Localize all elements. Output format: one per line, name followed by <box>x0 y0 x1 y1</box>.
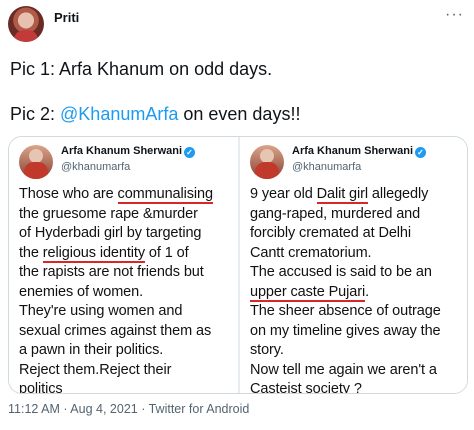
embedded-text-line: Now tell me again we aren't a <box>250 361 437 378</box>
embedded-text-line: gang-raped, murdered and <box>250 205 421 222</box>
embedded-text-line: story. <box>250 342 284 358</box>
embedded-text-line: on my timeline gives away the <box>250 322 441 339</box>
media-grid: Arfa Khanum Sherwani ✓ @khanumarfa Those … <box>8 136 468 394</box>
media-image-1[interactable]: Arfa Khanum Sherwani ✓ @khanumarfa Those … <box>9 137 238 394</box>
verified-badge-icon: ✓ <box>415 147 427 158</box>
embedded-tweet-text: 9 year old Dalit girl allegedly gang-rape… <box>250 185 467 394</box>
embedded-author-handle: @khanumarfa <box>292 161 362 173</box>
embedded-text-line: enemies of women. <box>19 283 144 300</box>
verified-badge-icon: ✓ <box>184 147 196 158</box>
author-name[interactable]: Priti <box>54 10 79 25</box>
embedded-author-name: Arfa Khanum Sherwani ✓ <box>61 145 196 158</box>
embedded-text-line: Reject them.Reject their <box>19 361 172 378</box>
underlined-phrase: upper caste Pujari <box>250 283 366 302</box>
mention-link[interactable]: @KhanumArfa <box>60 104 178 124</box>
tweet-header: Priti ··· <box>8 6 468 46</box>
embedded-avatar <box>19 145 53 179</box>
embedded-text-line: sexual crimes against them as <box>19 322 212 339</box>
embedded-text-line: Casteist society ? <box>250 381 362 394</box>
underlined-phrase: Dalit girl <box>316 186 368 204</box>
embedded-text-line: 9 year old Dalit girl allegedly <box>250 186 429 204</box>
embedded-text-line: the religious identity of 1 of <box>19 244 189 263</box>
embedded-text-line: forcibly cremated at Delhi <box>250 225 411 241</box>
embedded-author-handle: @khanumarfa <box>61 161 131 173</box>
embedded-author-name: Arfa Khanum Sherwani ✓ <box>292 145 427 158</box>
tweet-text-line-2: Pic 2: @KhanumArfa on even days!! <box>10 103 300 125</box>
tweet-timestamp[interactable]: 11:12 AM · Aug 4, 2021 · Twitter for And… <box>8 402 249 416</box>
underlined-phrase: communalising <box>117 186 213 204</box>
underlined-phrase: religious identity <box>42 244 145 263</box>
tweet-text-prefix: Pic 2: <box>10 104 61 124</box>
embedded-text-line: the gruesome rape &murder <box>19 205 198 222</box>
embedded-tweet-text: Those who are communalising the gruesome … <box>19 185 238 394</box>
embedded-text-line: The accused is said to be an <box>250 264 432 280</box>
embedded-text-line: Cantt crematorium. <box>250 244 372 261</box>
embedded-text-line: They're using women and <box>19 303 183 319</box>
media-image-2[interactable]: Arfa Khanum Sherwani ✓ @khanumarfa 9 year… <box>240 137 467 394</box>
embedded-text-line: upper caste Pujari. <box>250 283 370 302</box>
more-icon[interactable]: ··· <box>445 6 464 24</box>
embedded-text-line: The sheer absence of outrage <box>250 303 441 319</box>
embedded-text-line: the rapists are not friends but <box>19 264 204 280</box>
tweet-text-suffix: on even days!! <box>178 104 301 124</box>
tweet-text-line-1: Pic 1: Arfa Khanum on odd days. <box>10 59 273 79</box>
author-avatar[interactable] <box>8 6 44 42</box>
embedded-text-line: of Hyderbadi girl by targeting <box>19 225 202 241</box>
embedded-text-line: Those who are communalising <box>19 186 213 204</box>
embedded-text-line: a pawn in their politics. <box>19 342 164 358</box>
embedded-avatar <box>250 145 284 179</box>
embedded-text-line: politics <box>19 381 63 394</box>
